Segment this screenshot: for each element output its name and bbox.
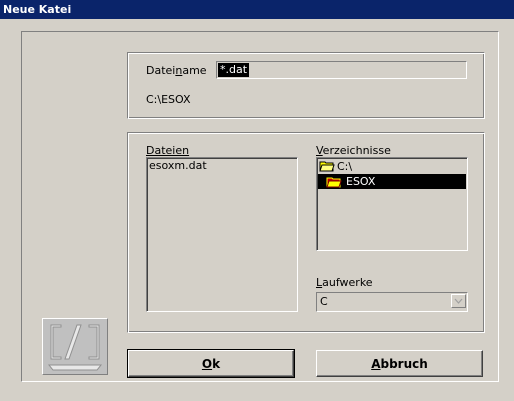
drives-label: Laufwerke — [316, 276, 373, 289]
directory-item-esox[interactable]: ESOX — [318, 174, 466, 189]
directories-listbox[interactable]: C:\ ESOX — [316, 157, 468, 251]
directory-item-root[interactable]: C:\ — [319, 159, 465, 173]
cancel-button[interactable]: Abbruch — [316, 350, 483, 377]
window-title: Neue Katei — [3, 3, 72, 16]
filename-value: *.dat — [218, 63, 250, 77]
title-bar[interactable]: Neue Katei — [0, 0, 514, 19]
current-path: C:\ESOX — [146, 93, 191, 106]
ok-button[interactable]: Ok — [127, 349, 295, 378]
folder-open-icon — [326, 177, 342, 187]
filename-label: Dateiname — [146, 64, 207, 77]
logo-icon — [47, 324, 103, 371]
drives-select[interactable]: C — [316, 292, 468, 312]
list-item[interactable]: esoxm.dat — [149, 159, 207, 172]
drives-value: C — [320, 295, 328, 308]
directories-label: Verzeichnisse — [316, 144, 391, 157]
files-listbox[interactable]: esoxm.dat — [146, 157, 298, 312]
directory-item-label: ESOX — [346, 175, 376, 188]
filename-input[interactable]: *.dat — [216, 61, 467, 79]
app-logo — [42, 318, 108, 375]
directory-item-label: C:\ — [337, 159, 353, 173]
chevron-down-icon — [454, 298, 463, 304]
drives-dropdown-button[interactable] — [451, 294, 466, 308]
folder-open-icon — [319, 161, 335, 172]
files-label: Dateien — [146, 144, 190, 157]
